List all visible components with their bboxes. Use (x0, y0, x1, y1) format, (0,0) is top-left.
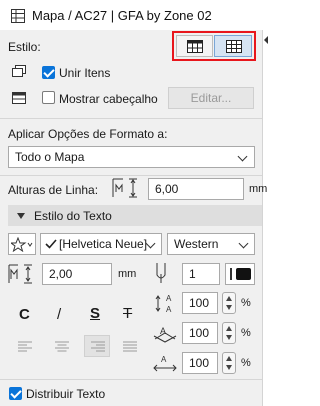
slant-factor-value: 100 (189, 356, 210, 370)
slant-factor-stepper[interactable] (222, 352, 236, 374)
table-style-1-icon (187, 40, 203, 53)
star-icon (11, 237, 33, 252)
distribute-text-checkbox[interactable] (9, 387, 22, 400)
script-value: Western (174, 237, 219, 251)
text-style-title: Estilo do Texto (34, 209, 112, 223)
italic-button[interactable]: / (57, 306, 61, 323)
swatch-marker (230, 268, 232, 280)
spacing-factor-icon: A (153, 326, 177, 343)
bold-button[interactable]: C (19, 306, 30, 323)
align-right-icon (91, 341, 105, 352)
header-icon (12, 92, 26, 104)
spacing-factor-percent: % (241, 327, 251, 339)
edit-button[interactable]: Editar... (168, 87, 254, 109)
row-height-icon (112, 178, 137, 198)
spacing-factor-input[interactable]: 100 (182, 322, 218, 344)
divider (0, 379, 262, 380)
pen-color-swatch[interactable] (225, 263, 255, 285)
slant-factor-percent: % (241, 357, 251, 369)
panel-edge (262, 30, 269, 406)
row-height-input[interactable]: 6,00 (148, 178, 244, 200)
row-height-label: Alturas de Linha: (8, 183, 99, 197)
width-factor-input[interactable]: 100 (182, 292, 218, 314)
align-center-icon[interactable] (55, 341, 69, 352)
table-style-2-icon (226, 40, 242, 53)
collapse-arrow-icon[interactable] (264, 36, 268, 44)
script-dropdown[interactable]: Western (167, 233, 255, 255)
merge-items-checkbox[interactable] (42, 66, 55, 79)
title-bar[interactable]: Mapa / AC27 | GFA by Zone 02 (0, 0, 269, 30)
width-factor-percent: % (241, 297, 251, 309)
collapse-triangle-icon (17, 213, 25, 219)
style-label: Estilo: (8, 40, 41, 54)
slant-factor-icon: A (153, 355, 177, 372)
apply-format-dropdown[interactable]: Todo o Mapa (8, 146, 255, 168)
show-header-label: Mostrar cabeçalho (59, 92, 158, 106)
text-style-section-header[interactable]: Estilo do Texto (8, 205, 262, 226)
svg-text:A: A (161, 355, 167, 364)
font-value: [Helvetica Neue] (59, 237, 148, 251)
show-header-checkbox[interactable] (42, 91, 55, 104)
width-factor-stepper[interactable] (222, 292, 236, 314)
distribute-text-label: Distribuir Texto (26, 387, 106, 401)
svg-text:A: A (166, 294, 172, 303)
text-size-value: 2,00 (49, 267, 73, 281)
divider (0, 175, 262, 176)
row-height-unit: mm (249, 183, 268, 195)
checkmark-icon (45, 239, 57, 249)
width-factor-value: 100 (189, 296, 210, 310)
row-height-value: 6,00 (155, 182, 179, 196)
text-size-icon (8, 264, 32, 284)
align-left-icon[interactable] (18, 341, 32, 352)
window-title: Mapa / AC27 | GFA by Zone 02 (32, 8, 212, 23)
align-justify-icon[interactable] (123, 341, 137, 352)
spacing-factor-value: 100 (189, 326, 210, 340)
svg-text:A: A (166, 305, 172, 314)
strikethrough-button[interactable]: T (123, 305, 132, 322)
underline-button[interactable]: S (90, 305, 100, 322)
apply-format-label: Aplicar Opções de Formato a: (8, 127, 168, 141)
table-icon (11, 9, 25, 23)
text-size-unit: mm (118, 268, 137, 280)
text-size-input[interactable]: 2,00 (42, 263, 112, 285)
pen-input[interactable]: 1 (182, 263, 220, 285)
favorites-button[interactable] (8, 233, 36, 255)
divider (0, 118, 262, 119)
merge-items-icon (12, 65, 26, 77)
chevron-down-icon (237, 151, 248, 162)
apply-format-value: Todo o Mapa (15, 150, 85, 164)
align-right-button[interactable] (84, 335, 110, 357)
pen-icon (156, 263, 166, 283)
pen-color-fill (236, 268, 251, 280)
font-dropdown[interactable]: [Helvetica Neue] (40, 233, 162, 255)
merge-items-label: Unir Itens (59, 66, 111, 80)
settings-panel: Estilo: Unir Itens Mostrar cabeçalho Edi… (0, 30, 267, 406)
chevron-down-icon (238, 238, 249, 249)
spacing-factor-stepper[interactable] (222, 322, 236, 344)
style-option-2-button[interactable] (214, 35, 252, 57)
style-option-1-button[interactable] (176, 35, 213, 57)
slant-factor-input[interactable]: 100 (182, 352, 218, 374)
pen-value: 1 (189, 267, 196, 281)
width-factor-icon: A A (155, 294, 172, 314)
